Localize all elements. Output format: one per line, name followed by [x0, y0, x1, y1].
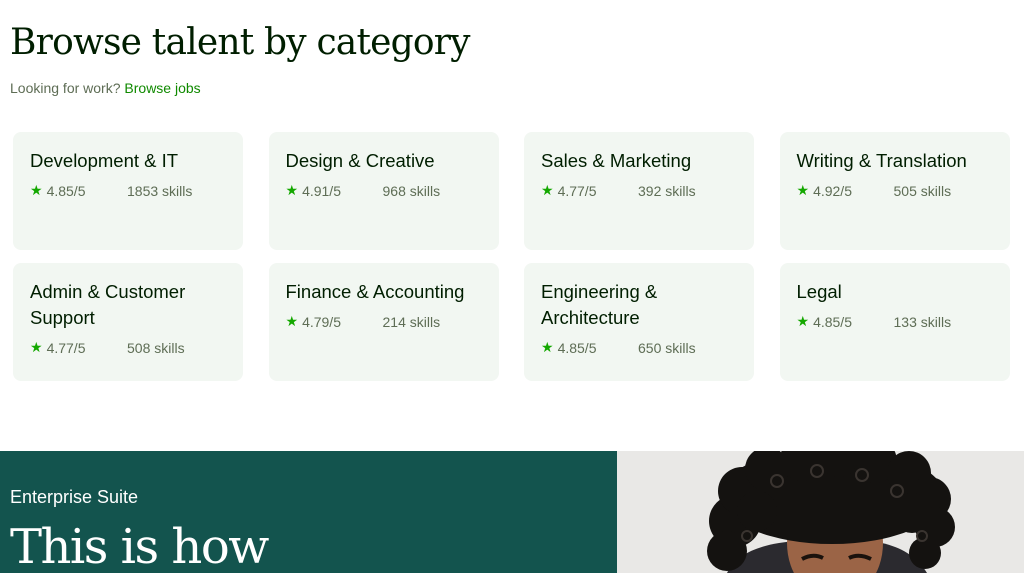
browse-jobs-link[interactable]: Browse jobs	[124, 80, 200, 96]
category-title: Design & Creative	[285, 150, 435, 171]
category-rating: 4.77/5	[557, 182, 597, 199]
category-skills: 508 skills	[127, 339, 185, 356]
category-grid: Development & IT ★ 4.85/5 1853 skills Desi…	[13, 132, 1010, 381]
category-skills: 392 skills	[638, 182, 696, 199]
category-title: Admin & Customer Support	[30, 281, 186, 328]
star-icon: ★	[796, 182, 810, 198]
category-skills: 133 skills	[893, 313, 952, 330]
star-icon: ★	[285, 182, 299, 198]
category-title: Finance & Accounting	[285, 281, 465, 302]
category-rating: 4.79/5	[302, 313, 341, 330]
category-card-writing-translation[interactable]: Writing & Translation ★ 4.92/5 505 skills	[779, 132, 1010, 250]
category-title: Engineering & Architecture	[541, 281, 658, 328]
subtitle: Looking for work? Browse jobs	[10, 80, 201, 96]
category-rating: 4.91/5	[302, 182, 341, 199]
category-title: Development & IT	[30, 150, 179, 171]
category-skills: 505 skills	[893, 182, 952, 199]
category-rating: 4.77/5	[46, 339, 86, 356]
category-card-development-it[interactable]: Development & IT ★ 4.85/5 1853 skills	[13, 132, 243, 250]
category-skills: 650 skills	[638, 339, 696, 356]
category-title: Sales & Marketing	[541, 150, 692, 171]
category-card-sales-marketing[interactable]: Sales & Marketing ★ 4.77/5 392 skills	[524, 132, 754, 250]
star-icon: ★	[285, 313, 299, 329]
category-title: Legal	[796, 281, 842, 302]
category-rating: 4.92/5	[813, 182, 852, 199]
category-skills: 1853 skills	[127, 182, 193, 199]
category-skills: 214 skills	[382, 313, 441, 330]
category-card-finance-accounting[interactable]: Finance & Accounting ★ 4.79/5 214 skills	[268, 263, 499, 381]
page-title: Browse talent by category	[10, 22, 471, 63]
star-icon: ★	[541, 339, 554, 355]
portrait-photo	[617, 451, 1024, 573]
category-rating: 4.85/5	[46, 182, 86, 199]
category-skills: 968 skills	[382, 182, 441, 199]
enterprise-banner: Enterprise Suite This is how	[0, 451, 617, 573]
star-icon: ★	[796, 313, 810, 329]
portrait-illustration	[617, 451, 1024, 573]
subtitle-text: Looking for work?	[10, 80, 121, 96]
enterprise-eyebrow: Enterprise Suite	[10, 487, 139, 507]
category-card-legal[interactable]: Legal ★ 4.85/5 133 skills	[779, 263, 1010, 381]
star-icon: ★	[30, 339, 43, 355]
enterprise-headline: This is how	[10, 519, 269, 573]
category-card-design-creative[interactable]: Design & Creative ★ 4.91/5 968 skills	[268, 132, 499, 250]
category-rating: 4.85/5	[813, 313, 852, 330]
category-card-admin-customer-support[interactable]: Admin & Customer Support ★ 4.77/5 508 skil…	[13, 263, 243, 381]
category-card-engineering-architecture[interactable]: Engineering & Architecture ★ 4.85/5 650 sk…	[524, 263, 754, 381]
star-icon: ★	[30, 182, 43, 198]
star-icon: ★	[541, 182, 554, 198]
category-title: Writing & Translation	[796, 150, 967, 171]
category-rating: 4.85/5	[557, 339, 597, 356]
